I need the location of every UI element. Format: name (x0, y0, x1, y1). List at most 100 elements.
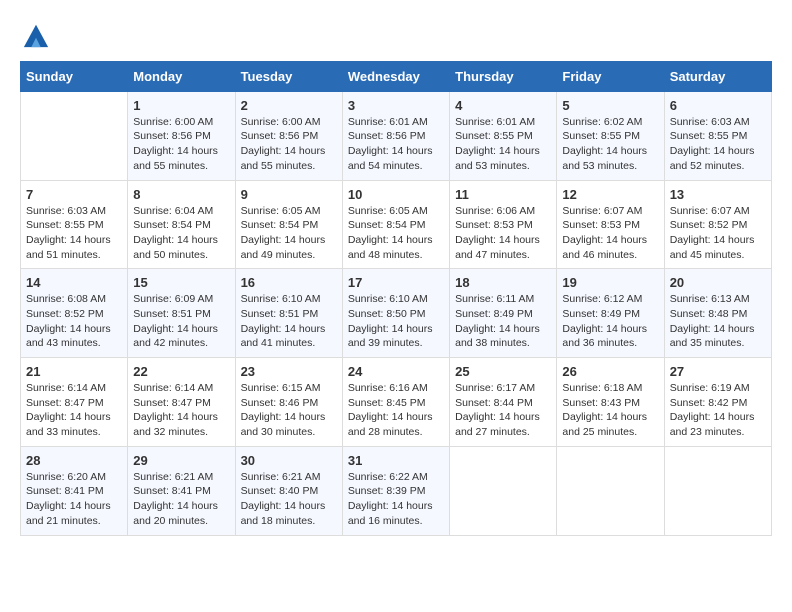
day-number: 20 (670, 275, 766, 290)
day-detail: Sunrise: 6:10 AM Sunset: 8:51 PM Dayligh… (241, 292, 337, 351)
calendar-cell: 4 Sunrise: 6:01 AM Sunset: 8:55 PM Dayli… (450, 91, 557, 180)
sunset-text: Sunset: 8:52 PM (26, 308, 104, 320)
day-detail: Sunrise: 6:05 AM Sunset: 8:54 PM Dayligh… (348, 204, 444, 263)
day-detail: Sunrise: 6:07 AM Sunset: 8:52 PM Dayligh… (670, 204, 766, 263)
sunrise-text: Sunrise: 6:11 AM (455, 293, 534, 305)
day-detail: Sunrise: 6:03 AM Sunset: 8:55 PM Dayligh… (26, 204, 122, 263)
calendar-cell: 20 Sunrise: 6:13 AM Sunset: 8:48 PM Dayl… (664, 269, 771, 358)
calendar-cell: 26 Sunrise: 6:18 AM Sunset: 8:43 PM Dayl… (557, 358, 664, 447)
daylight-text: Daylight: 14 hours and 52 minutes. (670, 145, 755, 172)
sunset-text: Sunset: 8:50 PM (348, 308, 426, 320)
day-number: 22 (133, 364, 229, 379)
day-number: 29 (133, 453, 229, 468)
header-day: Thursday (450, 61, 557, 91)
sunrise-text: Sunrise: 6:16 AM (348, 382, 428, 394)
day-number: 21 (26, 364, 122, 379)
calendar-table: SundayMondayTuesdayWednesdayThursdayFrid… (20, 61, 772, 536)
calendar-cell: 8 Sunrise: 6:04 AM Sunset: 8:54 PM Dayli… (128, 180, 235, 269)
day-number: 14 (26, 275, 122, 290)
header-day: Saturday (664, 61, 771, 91)
calendar-cell: 1 Sunrise: 6:00 AM Sunset: 8:56 PM Dayli… (128, 91, 235, 180)
day-detail: Sunrise: 6:13 AM Sunset: 8:48 PM Dayligh… (670, 292, 766, 351)
calendar-cell: 12 Sunrise: 6:07 AM Sunset: 8:53 PM Dayl… (557, 180, 664, 269)
calendar-cell: 3 Sunrise: 6:01 AM Sunset: 8:56 PM Dayli… (342, 91, 449, 180)
sunrise-text: Sunrise: 6:02 AM (562, 116, 642, 128)
calendar-cell: 30 Sunrise: 6:21 AM Sunset: 8:40 PM Dayl… (235, 446, 342, 535)
daylight-text: Daylight: 14 hours and 16 minutes. (348, 500, 433, 527)
day-detail: Sunrise: 6:05 AM Sunset: 8:54 PM Dayligh… (241, 204, 337, 263)
daylight-text: Daylight: 14 hours and 30 minutes. (241, 411, 326, 438)
sunset-text: Sunset: 8:54 PM (133, 219, 211, 231)
daylight-text: Daylight: 14 hours and 39 minutes. (348, 323, 433, 350)
daylight-text: Daylight: 14 hours and 36 minutes. (562, 323, 647, 350)
day-number: 8 (133, 187, 229, 202)
sunrise-text: Sunrise: 6:13 AM (670, 293, 750, 305)
sunset-text: Sunset: 8:40 PM (241, 485, 319, 497)
day-detail: Sunrise: 6:09 AM Sunset: 8:51 PM Dayligh… (133, 292, 229, 351)
daylight-text: Daylight: 14 hours and 54 minutes. (348, 145, 433, 172)
sunrise-text: Sunrise: 6:12 AM (562, 293, 642, 305)
daylight-text: Daylight: 14 hours and 49 minutes. (241, 234, 326, 261)
day-number: 27 (670, 364, 766, 379)
calendar-cell: 11 Sunrise: 6:06 AM Sunset: 8:53 PM Dayl… (450, 180, 557, 269)
day-detail: Sunrise: 6:14 AM Sunset: 8:47 PM Dayligh… (26, 381, 122, 440)
sunrise-text: Sunrise: 6:04 AM (133, 205, 213, 217)
day-detail: Sunrise: 6:16 AM Sunset: 8:45 PM Dayligh… (348, 381, 444, 440)
day-number: 16 (241, 275, 337, 290)
day-detail: Sunrise: 6:01 AM Sunset: 8:55 PM Dayligh… (455, 115, 551, 174)
calendar-body: 1 Sunrise: 6:00 AM Sunset: 8:56 PM Dayli… (21, 91, 772, 535)
daylight-text: Daylight: 14 hours and 21 minutes. (26, 500, 111, 527)
sunset-text: Sunset: 8:55 PM (455, 130, 533, 142)
daylight-text: Daylight: 14 hours and 28 minutes. (348, 411, 433, 438)
sunset-text: Sunset: 8:55 PM (562, 130, 640, 142)
sunrise-text: Sunrise: 6:18 AM (562, 382, 642, 394)
calendar-cell: 15 Sunrise: 6:09 AM Sunset: 8:51 PM Dayl… (128, 269, 235, 358)
day-number: 2 (241, 98, 337, 113)
calendar-cell: 22 Sunrise: 6:14 AM Sunset: 8:47 PM Dayl… (128, 358, 235, 447)
day-number: 25 (455, 364, 551, 379)
day-detail: Sunrise: 6:08 AM Sunset: 8:52 PM Dayligh… (26, 292, 122, 351)
daylight-text: Daylight: 14 hours and 38 minutes. (455, 323, 540, 350)
calendar-week-row: 14 Sunrise: 6:08 AM Sunset: 8:52 PM Dayl… (21, 269, 772, 358)
day-number: 1 (133, 98, 229, 113)
daylight-text: Daylight: 14 hours and 46 minutes. (562, 234, 647, 261)
day-number: 9 (241, 187, 337, 202)
sunrise-text: Sunrise: 6:10 AM (348, 293, 428, 305)
header-day: Monday (128, 61, 235, 91)
sunset-text: Sunset: 8:49 PM (562, 308, 640, 320)
sunrise-text: Sunrise: 6:14 AM (133, 382, 213, 394)
day-detail: Sunrise: 6:01 AM Sunset: 8:56 PM Dayligh… (348, 115, 444, 174)
daylight-text: Daylight: 14 hours and 48 minutes. (348, 234, 433, 261)
calendar-cell: 17 Sunrise: 6:10 AM Sunset: 8:50 PM Dayl… (342, 269, 449, 358)
calendar-cell: 10 Sunrise: 6:05 AM Sunset: 8:54 PM Dayl… (342, 180, 449, 269)
day-number: 19 (562, 275, 658, 290)
calendar-cell (21, 91, 128, 180)
day-detail: Sunrise: 6:12 AM Sunset: 8:49 PM Dayligh… (562, 292, 658, 351)
sunrise-text: Sunrise: 6:22 AM (348, 471, 428, 483)
day-number: 24 (348, 364, 444, 379)
daylight-text: Daylight: 14 hours and 23 minutes. (670, 411, 755, 438)
calendar-cell: 9 Sunrise: 6:05 AM Sunset: 8:54 PM Dayli… (235, 180, 342, 269)
sunrise-text: Sunrise: 6:17 AM (455, 382, 535, 394)
daylight-text: Daylight: 14 hours and 45 minutes. (670, 234, 755, 261)
calendar-cell: 16 Sunrise: 6:10 AM Sunset: 8:51 PM Dayl… (235, 269, 342, 358)
day-number: 7 (26, 187, 122, 202)
daylight-text: Daylight: 14 hours and 33 minutes. (26, 411, 111, 438)
calendar-cell: 23 Sunrise: 6:15 AM Sunset: 8:46 PM Dayl… (235, 358, 342, 447)
header-day: Tuesday (235, 61, 342, 91)
calendar-cell: 5 Sunrise: 6:02 AM Sunset: 8:55 PM Dayli… (557, 91, 664, 180)
calendar-week-row: 1 Sunrise: 6:00 AM Sunset: 8:56 PM Dayli… (21, 91, 772, 180)
calendar-cell: 27 Sunrise: 6:19 AM Sunset: 8:42 PM Dayl… (664, 358, 771, 447)
daylight-text: Daylight: 14 hours and 53 minutes. (455, 145, 540, 172)
sunset-text: Sunset: 8:47 PM (133, 397, 211, 409)
sunset-text: Sunset: 8:39 PM (348, 485, 426, 497)
sunrise-text: Sunrise: 6:08 AM (26, 293, 106, 305)
sunset-text: Sunset: 8:53 PM (455, 219, 533, 231)
day-detail: Sunrise: 6:20 AM Sunset: 8:41 PM Dayligh… (26, 470, 122, 529)
day-number: 12 (562, 187, 658, 202)
calendar-cell: 31 Sunrise: 6:22 AM Sunset: 8:39 PM Dayl… (342, 446, 449, 535)
day-number: 5 (562, 98, 658, 113)
daylight-text: Daylight: 14 hours and 55 minutes. (241, 145, 326, 172)
sunrise-text: Sunrise: 6:01 AM (455, 116, 535, 128)
sunrise-text: Sunrise: 6:06 AM (455, 205, 535, 217)
